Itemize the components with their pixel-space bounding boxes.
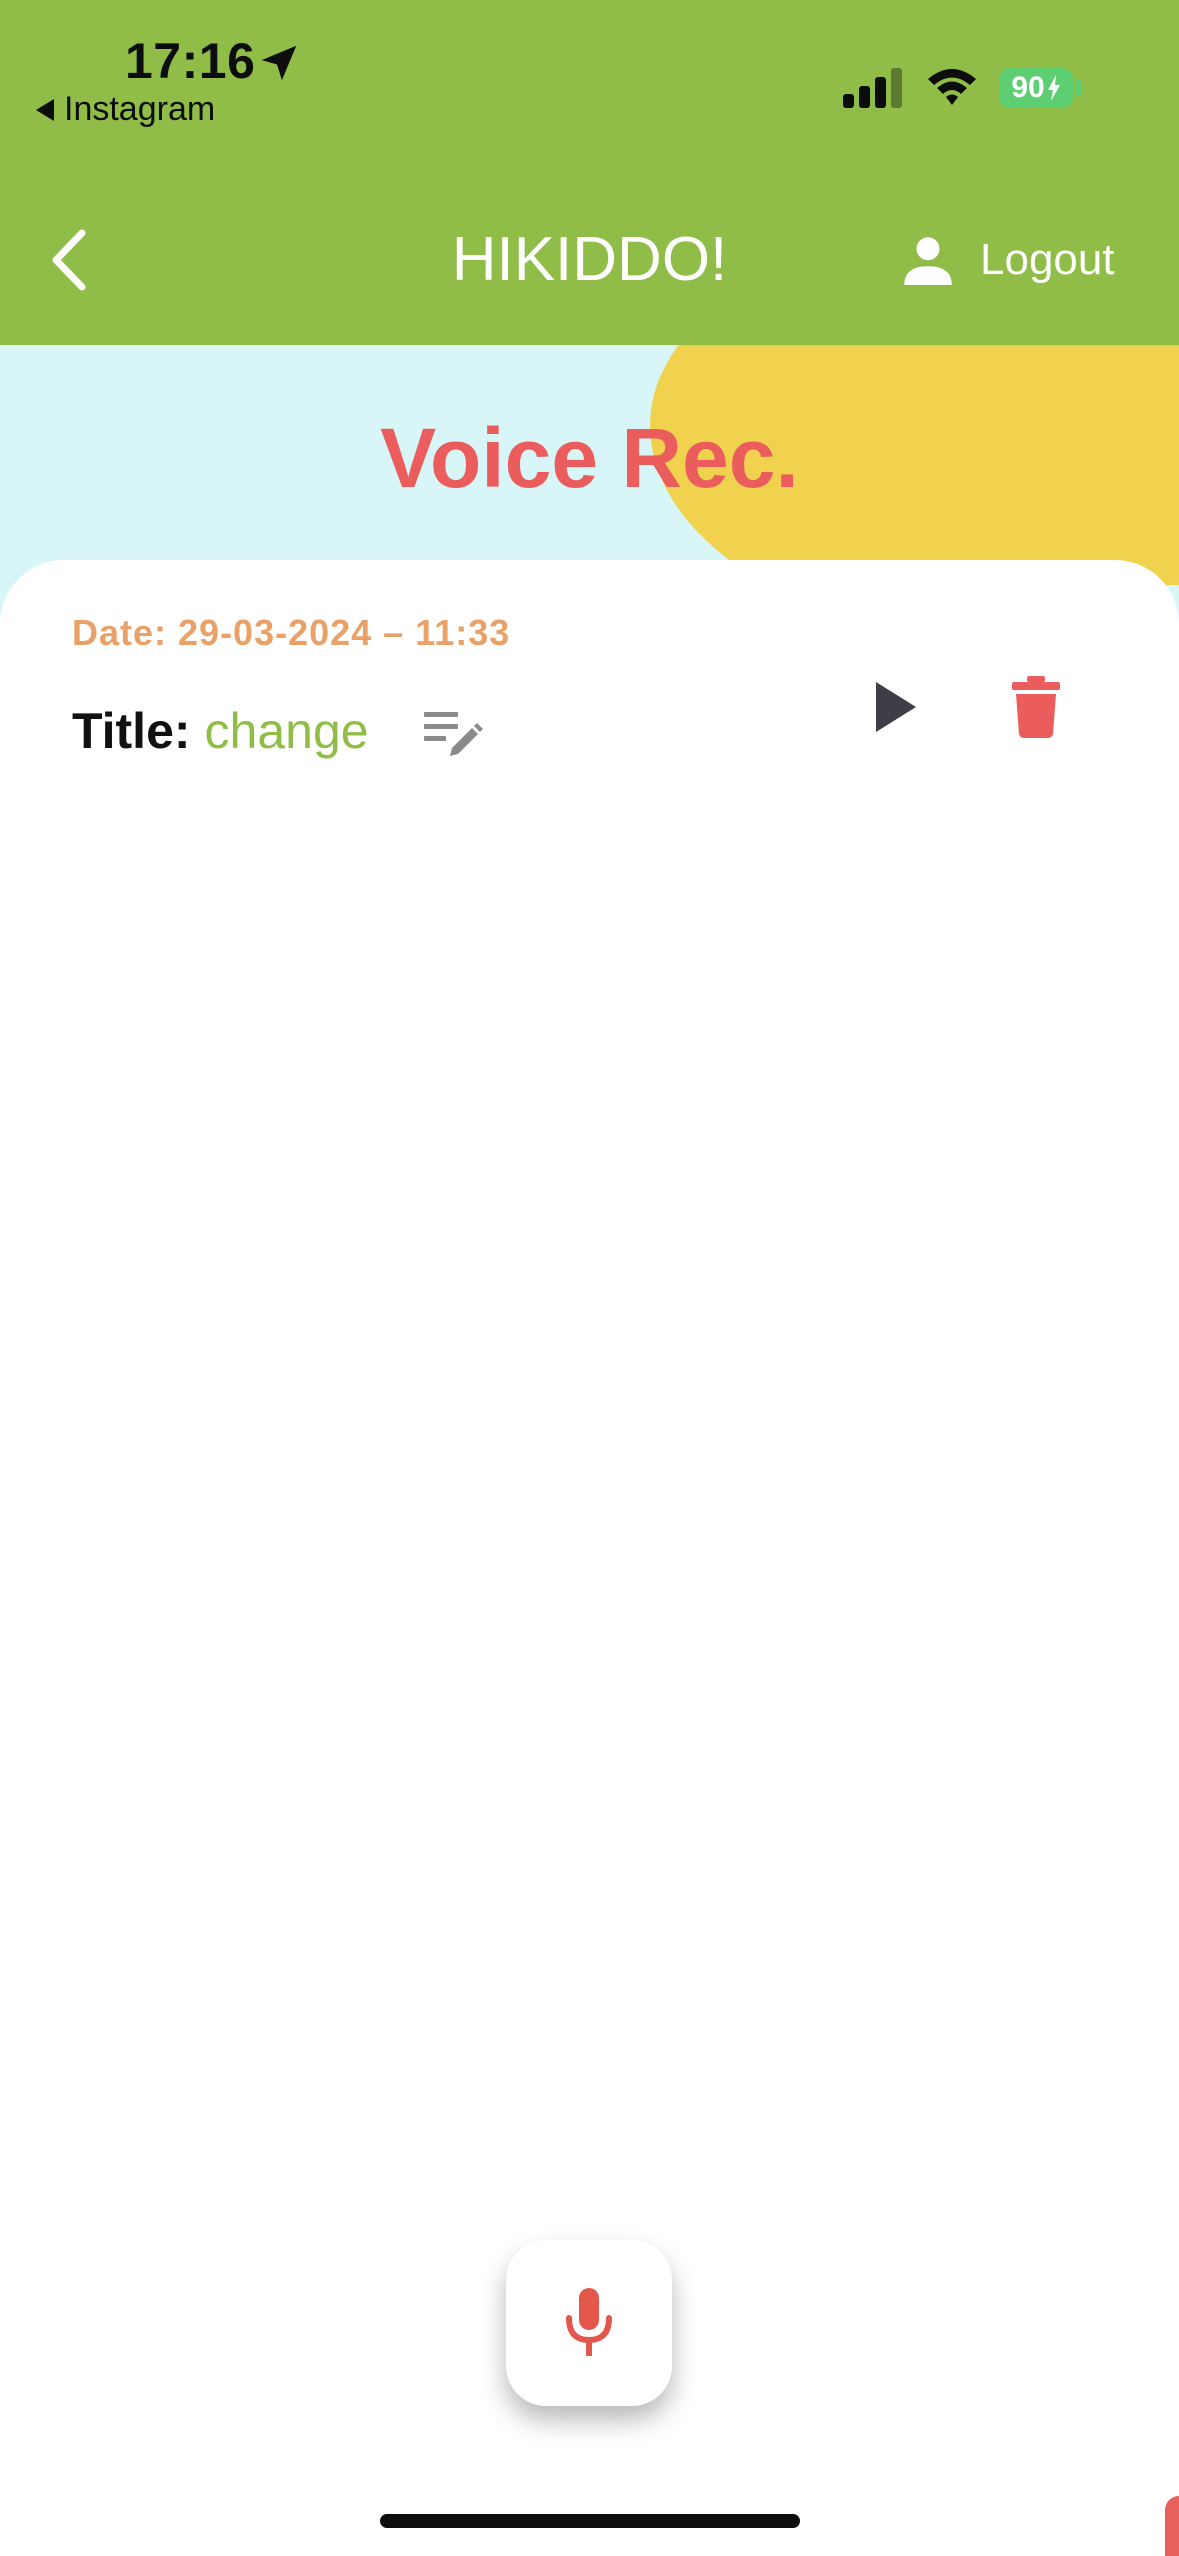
corner-accent (1165, 2496, 1179, 2556)
title-label: Title: (72, 703, 191, 759)
hero-banner: Voice Rec. (0, 345, 1179, 585)
back-to-app[interactable]: Instagram (36, 90, 215, 129)
wifi-icon (928, 69, 976, 105)
person-icon (904, 237, 952, 285)
battery-cap (1076, 80, 1082, 96)
battery-indicator: 90 (999, 68, 1073, 108)
page-title: Voice Rec. (380, 411, 799, 505)
logout-label: Logout (980, 235, 1115, 284)
play-icon[interactable] (868, 676, 924, 738)
location-arrow-icon (261, 45, 297, 81)
status-time: 17:16 (125, 33, 256, 89)
recording-title-row: Title: change (72, 702, 369, 760)
battery-charging-icon (1047, 75, 1060, 101)
battery-level: 90 (1011, 71, 1045, 104)
app-header: 17:16 Instagram 90 HIKIDDO! Logout (0, 0, 1179, 345)
cellular-signal-icon (843, 68, 902, 108)
logout-button[interactable]: Logout (898, 230, 1115, 290)
recording-date: Date: 29-03-2024 – 11:33 (72, 612, 511, 653)
record-button[interactable] (506, 2240, 672, 2406)
back-triangle-icon (36, 98, 54, 121)
home-indicator[interactable] (380, 2514, 800, 2528)
microphone-icon (566, 2288, 612, 2356)
title-value: change (204, 703, 369, 759)
edit-note-icon[interactable] (424, 708, 484, 762)
trash-icon[interactable] (1010, 676, 1062, 738)
back-app-label: Instagram (64, 90, 216, 128)
